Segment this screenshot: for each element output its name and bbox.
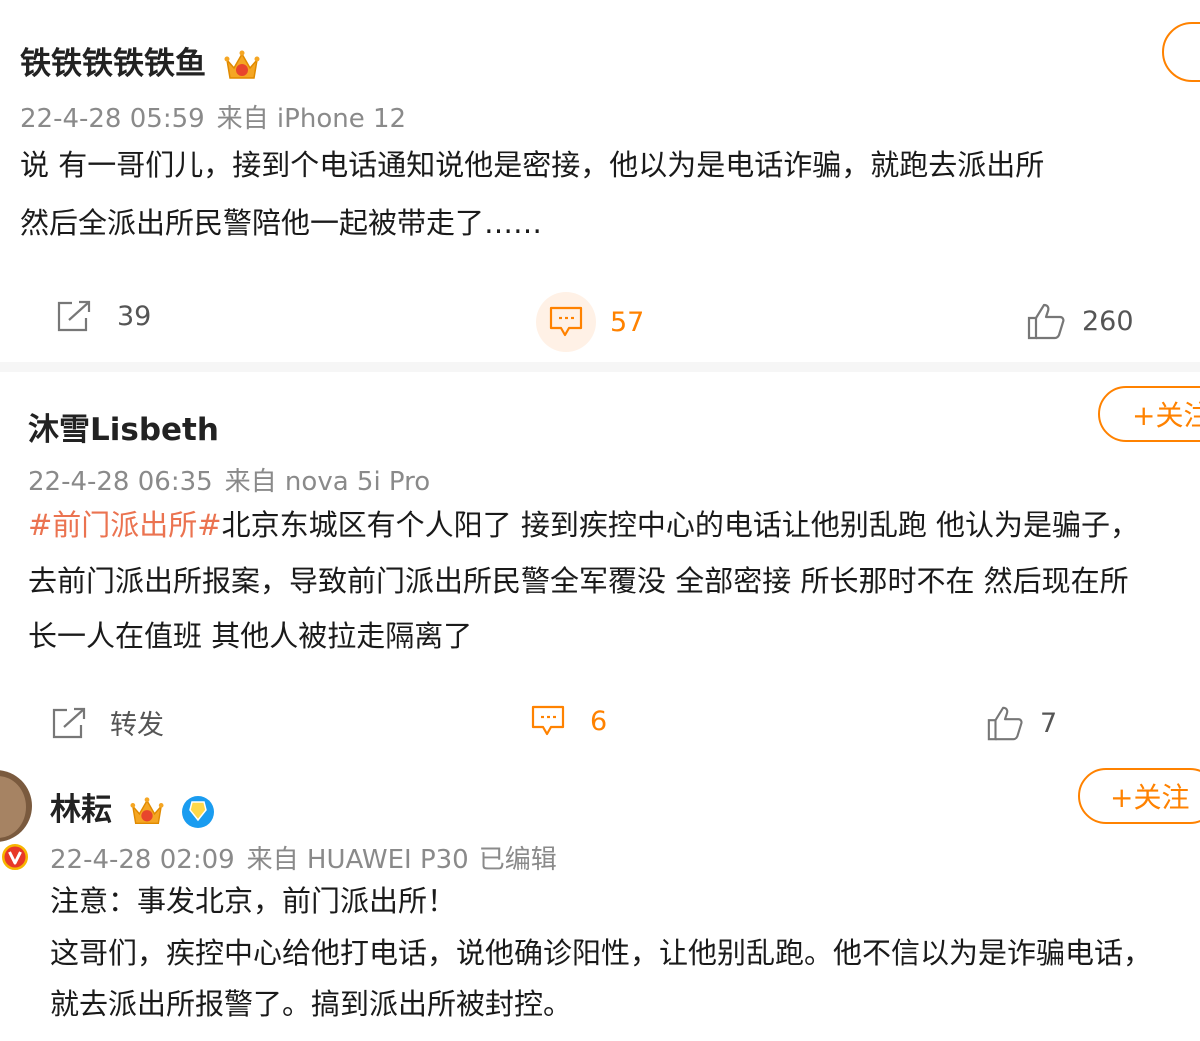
post-1-repost-button[interactable]: 39 — [55, 298, 151, 334]
like-icon — [1027, 303, 1065, 340]
post-3-source: 来自 HUAWEI P30 — [246, 845, 469, 875]
post-3-text-line-1: 注意：事发北京，前门派出所！ — [50, 884, 457, 918]
post-1-username[interactable]: 铁铁铁铁铁鱼 — [20, 38, 261, 84]
post-1-like-button[interactable]: 260 — [1026, 302, 1134, 340]
repost-icon — [57, 300, 91, 332]
repost-icon — [52, 707, 86, 738]
comment-icon — [549, 306, 583, 337]
post-1-comment-count: 57 — [610, 306, 645, 338]
post-3-edited-label: 已编辑 — [478, 845, 557, 875]
post-2-follow-label: +关注 — [1132, 399, 1200, 432]
post-1-meta: 22-4-28 05:59 来自 iPhone 12 — [20, 98, 406, 135]
post-1-comment-button[interactable]: 57 — [536, 292, 644, 352]
post-2-line-1-text: 北京东城区有个人阳了 接到疾控中心的电话让他别乱跑 他认为是骗子， — [221, 508, 1140, 542]
post-2-comment-button[interactable]: 6 — [530, 704, 607, 738]
post-1-username-text[interactable]: 铁铁铁铁铁鱼 — [20, 46, 206, 82]
post-2-comment-count: 6 — [590, 705, 608, 737]
post-1-text-line-2: 然后全派出所民警陪他一起被带走了…… — [20, 206, 543, 240]
post-1-source: 来自 iPhone 12 — [216, 104, 407, 134]
post-3-text-line-2: 这哥们，疾控中心给他打电话，说他确诊阳性，让他别乱跑。他不信以为是诈骗电话， — [50, 936, 1153, 970]
post-2-meta: 22-4-28 06:35 来自 nova 5i Pro — [28, 461, 430, 498]
post-2-text-line-2: 去前门派出所报案，导致前门派出所民警全军覆没 全部密接 所长那时不在 然后现在所 — [28, 564, 1129, 598]
post-1-date: 22-4-28 05:59 — [20, 104, 205, 134]
post-3-username-text[interactable]: 林耘 — [50, 792, 112, 828]
post-2-repost-button[interactable]: 转发 — [50, 703, 164, 742]
post-2-repost-label: 转发 — [110, 710, 164, 741]
post-3-meta: 22-4-28 02:09 来自 HUAWEI P30 已编辑 — [50, 839, 557, 876]
post-3-username[interactable]: 林耘 — [50, 784, 216, 830]
post-3-follow-label: +关注 — [1110, 781, 1190, 814]
crown-icon — [130, 796, 164, 824]
post-1-follow-button[interactable] — [1162, 22, 1200, 82]
post-3-text-line-3: 就去派出所报警了。搞到派出所被封控。 — [50, 987, 573, 1021]
post-1-like-count: 260 — [1082, 305, 1134, 337]
post-1-text-line-1: 说 有一哥们儿，接到个电话通知说他是密接，他以为是电话诈骗，就跑去派出所 — [20, 148, 1045, 182]
post-1-repost-count: 39 — [117, 300, 152, 332]
post-2-text-line-3: 长一人在值班 其他人被拉走隔离了 — [28, 619, 473, 653]
crown-icon — [224, 50, 260, 79]
avatar[interactable] — [0, 770, 32, 842]
post-2-like-button[interactable]: 7 — [986, 704, 1057, 742]
post-2-text-line-1: #前门派出所#北京东城区有个人阳了 接到疾控中心的电话让他别乱跑 他认为是骗子， — [28, 508, 1139, 543]
post-2-source: 来自 nova 5i Pro — [224, 467, 431, 497]
post-3-date: 22-4-28 02:09 — [50, 845, 235, 875]
post-2-date: 22-4-28 06:35 — [28, 467, 213, 497]
post-3-follow-button[interactable]: +关注 — [1078, 768, 1200, 824]
verified-icon — [181, 795, 214, 828]
v-badge-icon — [0, 842, 30, 872]
post-2-topic-link[interactable]: #前门派出所# — [28, 508, 222, 542]
feed-divider — [0, 362, 1200, 372]
comment-icon — [531, 705, 565, 736]
like-icon — [987, 706, 1023, 741]
post-2-follow-button[interactable]: +关注 — [1098, 386, 1200, 442]
post-2-username[interactable]: 沐雪Lisbeth — [28, 404, 219, 449]
post-2-like-count: 7 — [1040, 707, 1058, 739]
